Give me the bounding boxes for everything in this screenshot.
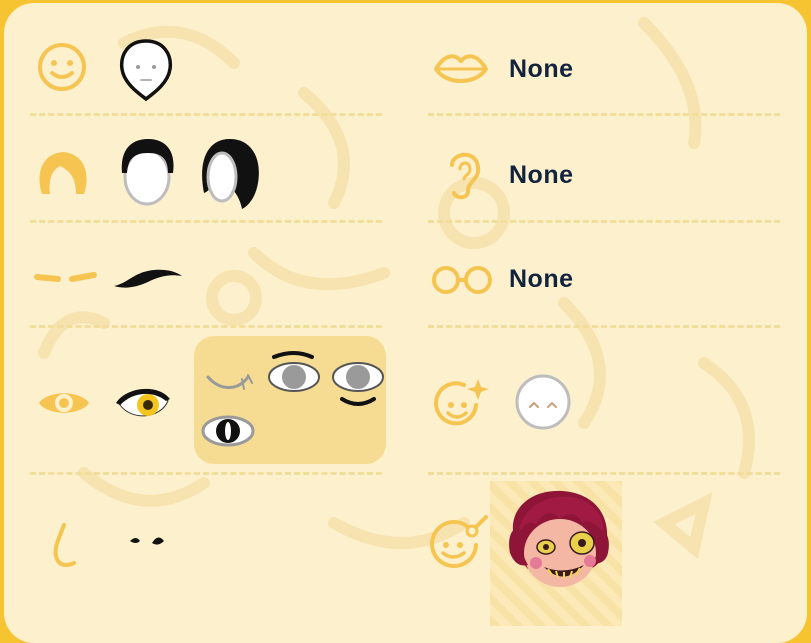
separator: [428, 220, 780, 223]
face-shape-icon[interactable]: [36, 41, 88, 93]
sparkle-face-icon[interactable]: [432, 375, 490, 431]
hair-option-short[interactable]: [116, 133, 180, 207]
eyes-option-cat[interactable]: [200, 413, 256, 449]
face-option-1[interactable]: [116, 37, 176, 103]
nose-option-1[interactable]: [126, 531, 168, 553]
hair-icon[interactable]: [34, 146, 92, 198]
eyes-option-browed[interactable]: [266, 349, 322, 395]
glasses-icon[interactable]: [430, 263, 494, 297]
separator: [30, 325, 382, 328]
separator: [428, 472, 780, 475]
character-preview[interactable]: [498, 483, 620, 601]
ears-value[interactable]: None: [509, 161, 574, 190]
separator: [30, 113, 382, 116]
eyes-option-smile[interactable]: [330, 359, 386, 411]
lips-icon[interactable]: [432, 51, 490, 87]
pin-face-icon[interactable]: [428, 511, 492, 575]
eyes-option-1[interactable]: [114, 383, 172, 425]
customization-panel: None None None: [4, 3, 807, 643]
nose-icon[interactable]: [48, 521, 80, 571]
hair-option-long[interactable]: [196, 133, 266, 213]
separator: [30, 220, 382, 223]
eyes-option-wink[interactable]: [204, 367, 260, 397]
separator: [428, 113, 780, 116]
ear-icon[interactable]: [442, 147, 486, 201]
mouth-value[interactable]: None: [509, 55, 574, 84]
eye-icon[interactable]: [36, 386, 92, 420]
eyebrows-icon[interactable]: [34, 265, 98, 291]
separator: [30, 472, 382, 475]
glasses-value[interactable]: None: [509, 265, 574, 294]
eyebrows-option-1[interactable]: [110, 264, 186, 294]
expression-option-1[interactable]: [512, 371, 574, 433]
separator: [428, 325, 780, 328]
